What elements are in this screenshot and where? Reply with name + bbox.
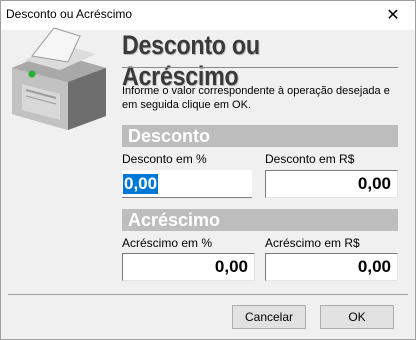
section-acrescimo: Acréscimo [122, 209, 398, 231]
header-divider [122, 67, 398, 68]
acrescimo-percent-label: Acréscimo em % [122, 236, 213, 250]
receipt-printer-icon [12, 27, 106, 130]
desconto-money-label: Desconto em R$ [265, 152, 355, 166]
footer-divider [8, 294, 408, 295]
cancel-button[interactable]: Cancelar [232, 305, 306, 329]
window-title: Desconto ou Acréscimo [6, 7, 133, 21]
ok-button[interactable]: OK [320, 305, 394, 329]
acrescimo-percent-field[interactable]: 0,00 [122, 253, 255, 281]
acrescimo-money-field[interactable]: 0,00 [265, 253, 398, 281]
acrescimo-money-value: 0,00 [357, 257, 391, 276]
desconto-percent-field[interactable]: 0,00 [122, 170, 252, 198]
desconto-percent-value: 0,00 [123, 173, 159, 194]
desconto-money-value: 0,00 [357, 174, 391, 193]
acrescimo-money-label: Acréscimo em R$ [265, 236, 360, 250]
section-desconto: Desconto [122, 125, 398, 147]
close-icon[interactable]: ✕ [370, 0, 416, 30]
info-text: Informe o valor correspondente à operaçã… [122, 85, 390, 111]
acrescimo-percent-value: 0,00 [214, 257, 248, 276]
desconto-money-field[interactable]: 0,00 [265, 170, 398, 198]
desconto-percent-label: Desconto em % [122, 152, 207, 166]
header-title: Desconto ou Acréscimo [122, 30, 260, 91]
